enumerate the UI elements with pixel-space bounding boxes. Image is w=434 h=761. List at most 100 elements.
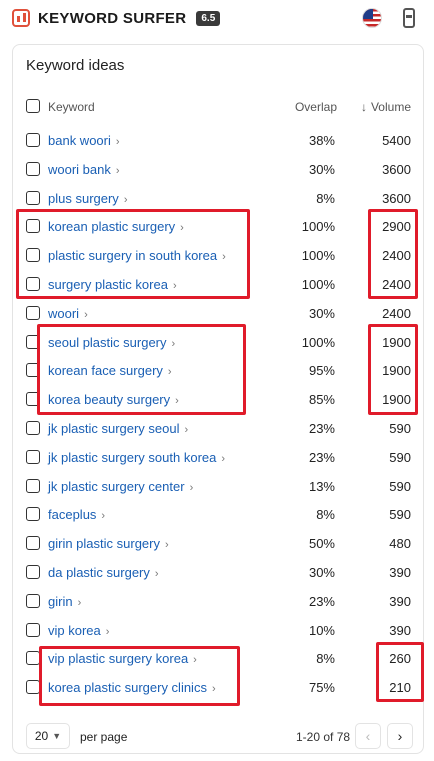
keyword-link[interactable]: korean plastic surgery › xyxy=(48,219,184,234)
row-checkbox[interactable] xyxy=(26,190,40,205)
table-row: jk plastic surgery seoul › 23% 590 xyxy=(13,414,423,443)
volume-column-header[interactable]: ↓ Volume xyxy=(361,100,411,114)
row-checkbox[interactable] xyxy=(26,507,40,522)
overlap-value: 23% xyxy=(308,420,335,436)
panel-title: Keyword ideas xyxy=(26,57,125,74)
keyword-text: plastic surgery in south korea xyxy=(48,248,218,264)
row-checkbox[interactable] xyxy=(26,449,40,464)
overlap-value: 23% xyxy=(308,593,335,609)
keyword-link[interactable]: girin plastic surgery › xyxy=(48,536,169,551)
keyword-text: girin xyxy=(48,593,73,609)
keyword-link[interactable]: korea plastic surgery clinics › xyxy=(48,680,216,695)
chevron-right-icon: › xyxy=(180,222,184,235)
row-checkbox[interactable] xyxy=(26,478,40,493)
volume-value: 2400 xyxy=(382,305,411,321)
volume-value: 260 xyxy=(389,651,411,667)
keyword-link[interactable]: da plastic surgery › xyxy=(48,565,159,580)
table-row: woori bank › 30% 3600 xyxy=(13,155,423,184)
keyword-link[interactable]: vip korea › xyxy=(48,623,109,638)
table-row: korea plastic surgery clinics › 75% 210 xyxy=(13,673,423,702)
keyword-text: korea beauty surgery xyxy=(48,392,171,408)
table-row: da plastic surgery › 30% 390 xyxy=(13,558,423,587)
volume-value: 1900 xyxy=(382,334,411,350)
keyword-link[interactable]: plus surgery › xyxy=(48,191,127,206)
keyword-link[interactable]: jk plastic surgery center › xyxy=(48,479,193,494)
row-checkbox[interactable] xyxy=(26,651,40,666)
table-row: jk plastic surgery center › 13% 590 xyxy=(13,472,423,501)
overlap-value: 8% xyxy=(316,190,335,206)
overlap-value: 100% xyxy=(301,334,335,350)
chevron-right-icon: › xyxy=(101,510,106,523)
overlap-value: 50% xyxy=(308,536,335,552)
row-checkbox[interactable] xyxy=(26,622,40,637)
pagination-range: 1-20 of 78 xyxy=(296,730,351,744)
keyword-link[interactable]: jk plastic surgery south korea › xyxy=(48,450,225,465)
row-checkbox[interactable] xyxy=(26,219,40,234)
keyword-text: da plastic surgery xyxy=(48,564,150,580)
row-checkbox[interactable] xyxy=(26,276,40,291)
chevron-right-icon: › xyxy=(167,366,172,379)
chevron-right-icon: › xyxy=(123,193,128,206)
keyword-link[interactable]: woori › xyxy=(48,306,88,321)
overlap-value: 10% xyxy=(308,622,335,638)
row-checkbox[interactable] xyxy=(26,133,40,147)
row-checkbox[interactable] xyxy=(26,334,40,349)
row-checkbox[interactable] xyxy=(26,248,40,263)
row-checkbox[interactable] xyxy=(26,392,40,407)
keyword-text: faceplus xyxy=(48,507,97,523)
volume-value: 590 xyxy=(389,507,411,523)
keyword-text: jk plastic surgery seoul xyxy=(48,420,180,436)
keyword-link[interactable]: jk plastic surgery seoul › xyxy=(48,421,188,436)
overlap-value: 13% xyxy=(308,478,335,494)
keyword-text: korean plastic surgery xyxy=(48,219,176,235)
keyword-link[interactable]: bank woori › xyxy=(48,133,120,148)
keyword-link[interactable]: korean face surgery › xyxy=(48,363,172,378)
keyword-text: jk plastic surgery south korea xyxy=(48,449,217,465)
overlap-value: 100% xyxy=(301,248,335,264)
row-checkbox[interactable] xyxy=(26,363,40,378)
chevron-right-icon: › xyxy=(154,567,159,580)
volume-value: 3600 xyxy=(382,190,411,206)
keyword-link[interactable]: vip plastic surgery korea › xyxy=(48,651,197,666)
chevron-right-icon: › xyxy=(171,337,176,350)
keyword-column-header[interactable]: Keyword xyxy=(48,100,95,114)
table-row: korea beauty surgery › 85% 1900 xyxy=(13,385,423,414)
row-checkbox[interactable] xyxy=(26,564,40,579)
keyword-text: korea plastic surgery clinics xyxy=(48,680,207,696)
keyword-link[interactable]: faceplus › xyxy=(48,507,105,522)
overlap-value: 23% xyxy=(308,449,335,465)
keyword-link[interactable]: surgery plastic korea › xyxy=(48,277,177,292)
table-row: korean plastic surgery › 100% 2900 xyxy=(13,212,423,241)
overlap-value: 100% xyxy=(301,219,335,235)
row-checkbox[interactable] xyxy=(26,420,40,435)
extension-icon[interactable] xyxy=(403,8,415,28)
keyword-text: plus surgery xyxy=(48,190,119,206)
volume-value: 1900 xyxy=(382,392,411,408)
next-page-button[interactable]: › xyxy=(387,723,413,749)
overlap-column-header[interactable]: Overlap xyxy=(295,100,337,114)
volume-value: 590 xyxy=(389,420,411,436)
overlap-value: 75% xyxy=(308,680,335,696)
table-row: korean face surgery › 95% 1900 xyxy=(13,356,423,385)
previous-page-button[interactable]: ‹ xyxy=(355,723,381,749)
us-flag-icon[interactable] xyxy=(362,8,382,28)
keyword-link[interactable]: seoul plastic surgery › xyxy=(48,335,175,350)
table-row: vip plastic surgery korea › 8% 260 xyxy=(13,644,423,673)
row-checkbox[interactable] xyxy=(26,305,40,320)
chevron-right-icon: › xyxy=(211,683,216,696)
overlap-value: 30% xyxy=(308,564,335,580)
volume-value: 390 xyxy=(389,622,411,638)
per-page-select[interactable]: 20 ▼ xyxy=(26,723,70,749)
overlap-value: 38% xyxy=(308,133,335,148)
keyword-link[interactable]: korea beauty surgery › xyxy=(48,392,179,407)
logo-icon xyxy=(12,9,30,27)
overlap-value: 85% xyxy=(308,392,335,408)
keyword-link[interactable]: plastic surgery in south korea › xyxy=(48,248,226,263)
keyword-link[interactable]: girin › xyxy=(48,594,81,609)
row-checkbox[interactable] xyxy=(26,161,40,176)
row-checkbox[interactable] xyxy=(26,593,40,608)
row-checkbox[interactable] xyxy=(26,536,40,551)
select-all-checkbox[interactable] xyxy=(26,99,40,113)
keyword-link[interactable]: woori bank › xyxy=(48,162,120,177)
row-checkbox[interactable] xyxy=(26,680,40,695)
